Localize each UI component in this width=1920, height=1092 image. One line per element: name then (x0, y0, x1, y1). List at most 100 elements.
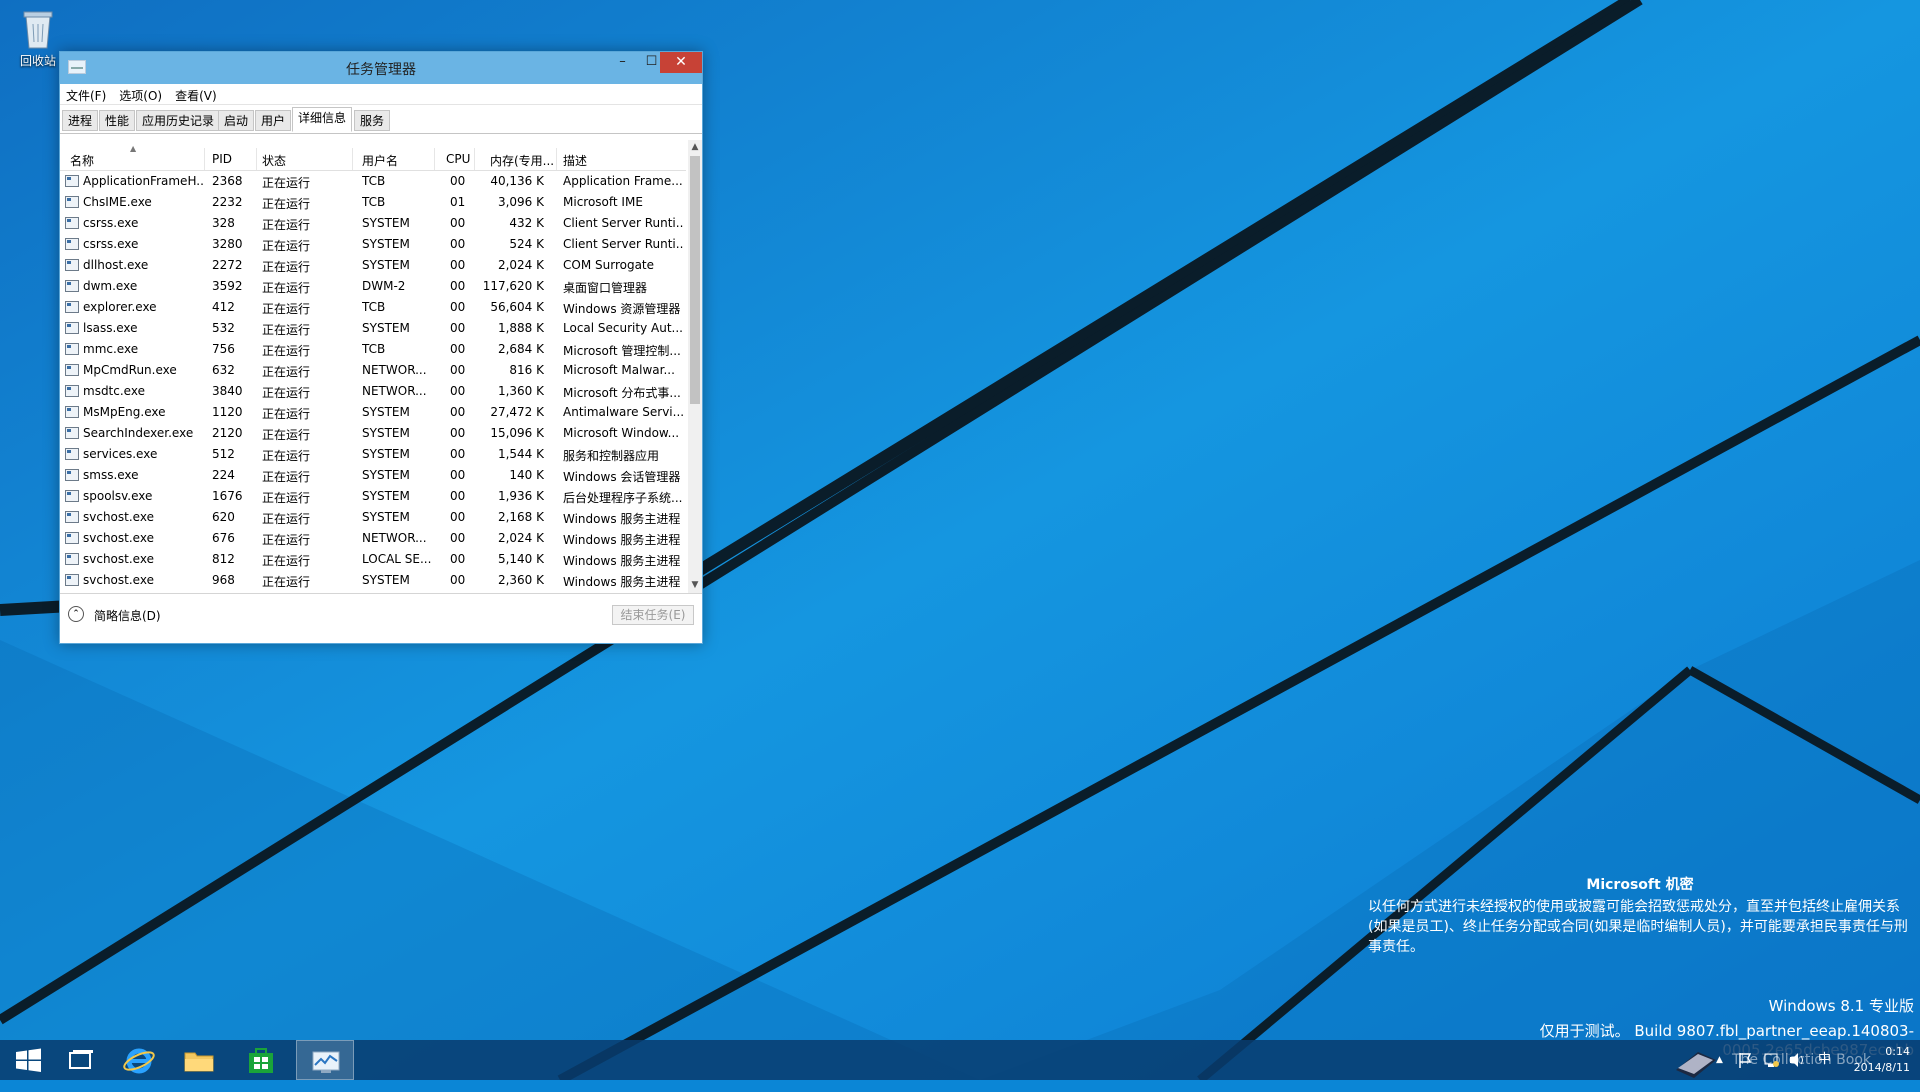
title-bar[interactable]: 任务管理器 – ☐ ✕ (60, 52, 702, 84)
tab-startup[interactable]: 启动 (218, 110, 255, 131)
table-row[interactable]: spoolsv.exe 1676 正在运行 SYSTEM 00 1,936 K 后台处理程序… (60, 486, 686, 507)
menu-view[interactable]: 查看(V) (175, 84, 224, 104)
system-clock[interactable]: 0:14 2014/8/11 (1854, 1044, 1910, 1076)
table-row[interactable]: svchost.exe 620 正在运行 SYSTEM 00 2,168 K Windows… (60, 507, 686, 528)
column-divider[interactable] (204, 148, 205, 170)
task-view-button[interactable] (52, 1040, 110, 1080)
process-memory: 56,604 K (490, 300, 544, 314)
process-username: SYSTEM (362, 426, 410, 440)
fewer-details-link[interactable]: 简略信息(D) (94, 607, 161, 624)
process-pid: 3840 (212, 384, 243, 398)
table-row[interactable]: svchost.exe 968 正在运行 SYSTEM 00 2,360 K Windows… (60, 570, 686, 591)
column-memory[interactable]: 内存(专用... (490, 152, 554, 169)
tab-performance[interactable]: 性能 (99, 110, 136, 131)
process-description: Client Server Runti... (563, 237, 683, 251)
internet-explorer-button[interactable] (110, 1040, 168, 1080)
process-memory: 5,140 K (497, 552, 544, 566)
process-memory: 27,472 K (490, 405, 544, 419)
table-row[interactable]: mmc.exe 756 正在运行 TCB 00 2,684 K Microsoft 管理控制… (60, 339, 686, 360)
process-memory: 2,684 K (497, 342, 544, 356)
process-memory: 1,360 K (497, 384, 544, 398)
tab-app-history[interactable]: 应用历史记录 (136, 110, 221, 131)
store-button[interactable] (232, 1040, 290, 1080)
table-row[interactable]: csrss.exe 328 正在运行 SYSTEM 00 432 K Client Serv… (60, 213, 686, 234)
process-pid: 2232 (212, 195, 243, 209)
column-divider[interactable] (556, 148, 557, 170)
file-explorer-icon (184, 1052, 214, 1072)
action-flag-icon[interactable] (1736, 1040, 1754, 1080)
table-row[interactable]: smss.exe 224 正在运行 SYSTEM 00 140 K Windows 会话管理… (60, 465, 686, 486)
table-row[interactable]: msdtc.exe 3840 正在运行 NETWOR... 00 1,360 K Micro… (60, 381, 686, 402)
column-status[interactable]: 状态 (262, 152, 286, 169)
table-row[interactable]: ChsIME.exe 2232 正在运行 TCB 01 3,096 K Microsoft … (60, 192, 686, 213)
process-pid: 812 (212, 552, 235, 566)
table-row[interactable]: services.exe 512 正在运行 SYSTEM 00 1,544 K 服务和控制器… (60, 444, 686, 465)
tab-details[interactable]: 详细信息 (292, 107, 353, 132)
process-cpu: 00 (450, 468, 466, 482)
process-name: svchost.exe (83, 552, 154, 566)
table-row[interactable]: svchost.exe 676 正在运行 NETWOR... 00 2,024 K Wind… (60, 528, 686, 549)
show-hidden-icons[interactable]: ▲ (1716, 1040, 1730, 1080)
process-description: Windows 服务主进程 (563, 512, 681, 526)
process-cpu: 00 (450, 447, 466, 461)
process-name: dllhost.exe (83, 258, 149, 272)
vertical-scrollbar[interactable]: ▲ ▼ (688, 140, 702, 593)
table-row[interactable]: MsMpEng.exe 1120 正在运行 SYSTEM 00 27,472 K Antim… (60, 402, 686, 423)
column-divider[interactable] (256, 148, 257, 170)
column-divider[interactable] (474, 148, 475, 170)
process-status: 正在运行 (262, 302, 311, 316)
scroll-down-icon[interactable]: ▼ (688, 578, 702, 593)
process-memory: 2,168 K (497, 510, 544, 524)
process-pid: 3280 (212, 237, 243, 251)
table-row[interactable]: ApplicationFrameH... 2368 正在运行 TCB 00 40,136 … (60, 171, 686, 192)
minimize-button[interactable]: – (608, 52, 637, 73)
clock-time: 0:14 (1885, 1045, 1910, 1058)
end-task-button[interactable]: 结束任务(E) (612, 605, 694, 625)
menu-options[interactable]: 选项(O) (119, 84, 169, 104)
close-button[interactable]: ✕ (660, 52, 702, 73)
tab-users[interactable]: 用户 (255, 110, 292, 131)
table-row[interactable]: csrss.exe 3280 正在运行 SYSTEM 00 524 K Client Ser… (60, 234, 686, 255)
table-row[interactable]: dwm.exe 3592 正在运行 DWM-2 00 117,620 K 桌面窗口管理器 (60, 276, 686, 297)
process-name: msdtc.exe (83, 384, 145, 398)
process-username: DWM-2 (362, 279, 406, 293)
process-username: SYSTEM (362, 216, 410, 230)
table-row[interactable]: explorer.exe 412 正在运行 TCB 00 56,604 K Windows … (60, 297, 686, 318)
collapse-chevron-icon[interactable]: ⌃ (68, 606, 84, 622)
column-cpu[interactable]: CPU (446, 152, 470, 166)
process-status: 正在运行 (262, 323, 311, 337)
tab-services[interactable]: 服务 (354, 110, 391, 131)
process-name: MpCmdRun.exe (83, 363, 177, 377)
process-icon (65, 574, 79, 586)
column-name[interactable]: 名称 (70, 152, 94, 169)
network-icon[interactable] (1762, 1040, 1780, 1080)
scroll-up-icon[interactable]: ▲ (688, 140, 702, 155)
start-button[interactable] (0, 1040, 58, 1080)
clock-date: 2014/8/11 (1853, 1061, 1910, 1074)
column-username[interactable]: 用户名 (362, 152, 398, 169)
sort-ascending-icon: ▲ (130, 144, 137, 153)
process-pid: 756 (212, 342, 235, 356)
process-username: SYSTEM (362, 489, 410, 503)
task-manager-taskbar-button[interactable] (296, 1040, 354, 1080)
process-description: 后台处理程序子系统... (563, 491, 683, 505)
table-row[interactable]: svchost.exe 812 正在运行 LOCAL SE... 00 5,140 K Wi… (60, 549, 686, 570)
column-divider[interactable] (434, 148, 435, 170)
table-row[interactable]: MpCmdRun.exe 632 正在运行 NETWOR... 00 816 K Micro… (60, 360, 686, 381)
menu-file[interactable]: 文件(F) (66, 84, 113, 104)
table-row[interactable]: SearchIndexer.exe 2120 正在运行 SYSTEM 00 15,096 … (60, 423, 686, 444)
table-row[interactable]: lsass.exe 532 正在运行 SYSTEM 00 1,888 K Local Sec… (60, 318, 686, 339)
column-pid[interactable]: PID (212, 152, 232, 166)
input-language-indicator[interactable]: 中 (1818, 1040, 1831, 1080)
file-explorer-button[interactable] (170, 1040, 228, 1080)
table-row[interactable]: dllhost.exe 2272 正在运行 SYSTEM 00 2,024 K COM Su… (60, 255, 686, 276)
process-pid: 1120 (212, 405, 243, 419)
volume-icon[interactable] (1788, 1040, 1806, 1080)
column-divider[interactable] (352, 148, 353, 170)
column-description[interactable]: 描述 (563, 152, 587, 169)
process-memory: 524 K (509, 237, 544, 251)
recycle-bin-shortcut[interactable]: 回收站 (10, 6, 66, 69)
process-status: 正在运行 (262, 428, 311, 442)
tab-processes[interactable]: 进程 (62, 110, 99, 131)
scrollbar-thumb[interactable] (690, 156, 700, 404)
